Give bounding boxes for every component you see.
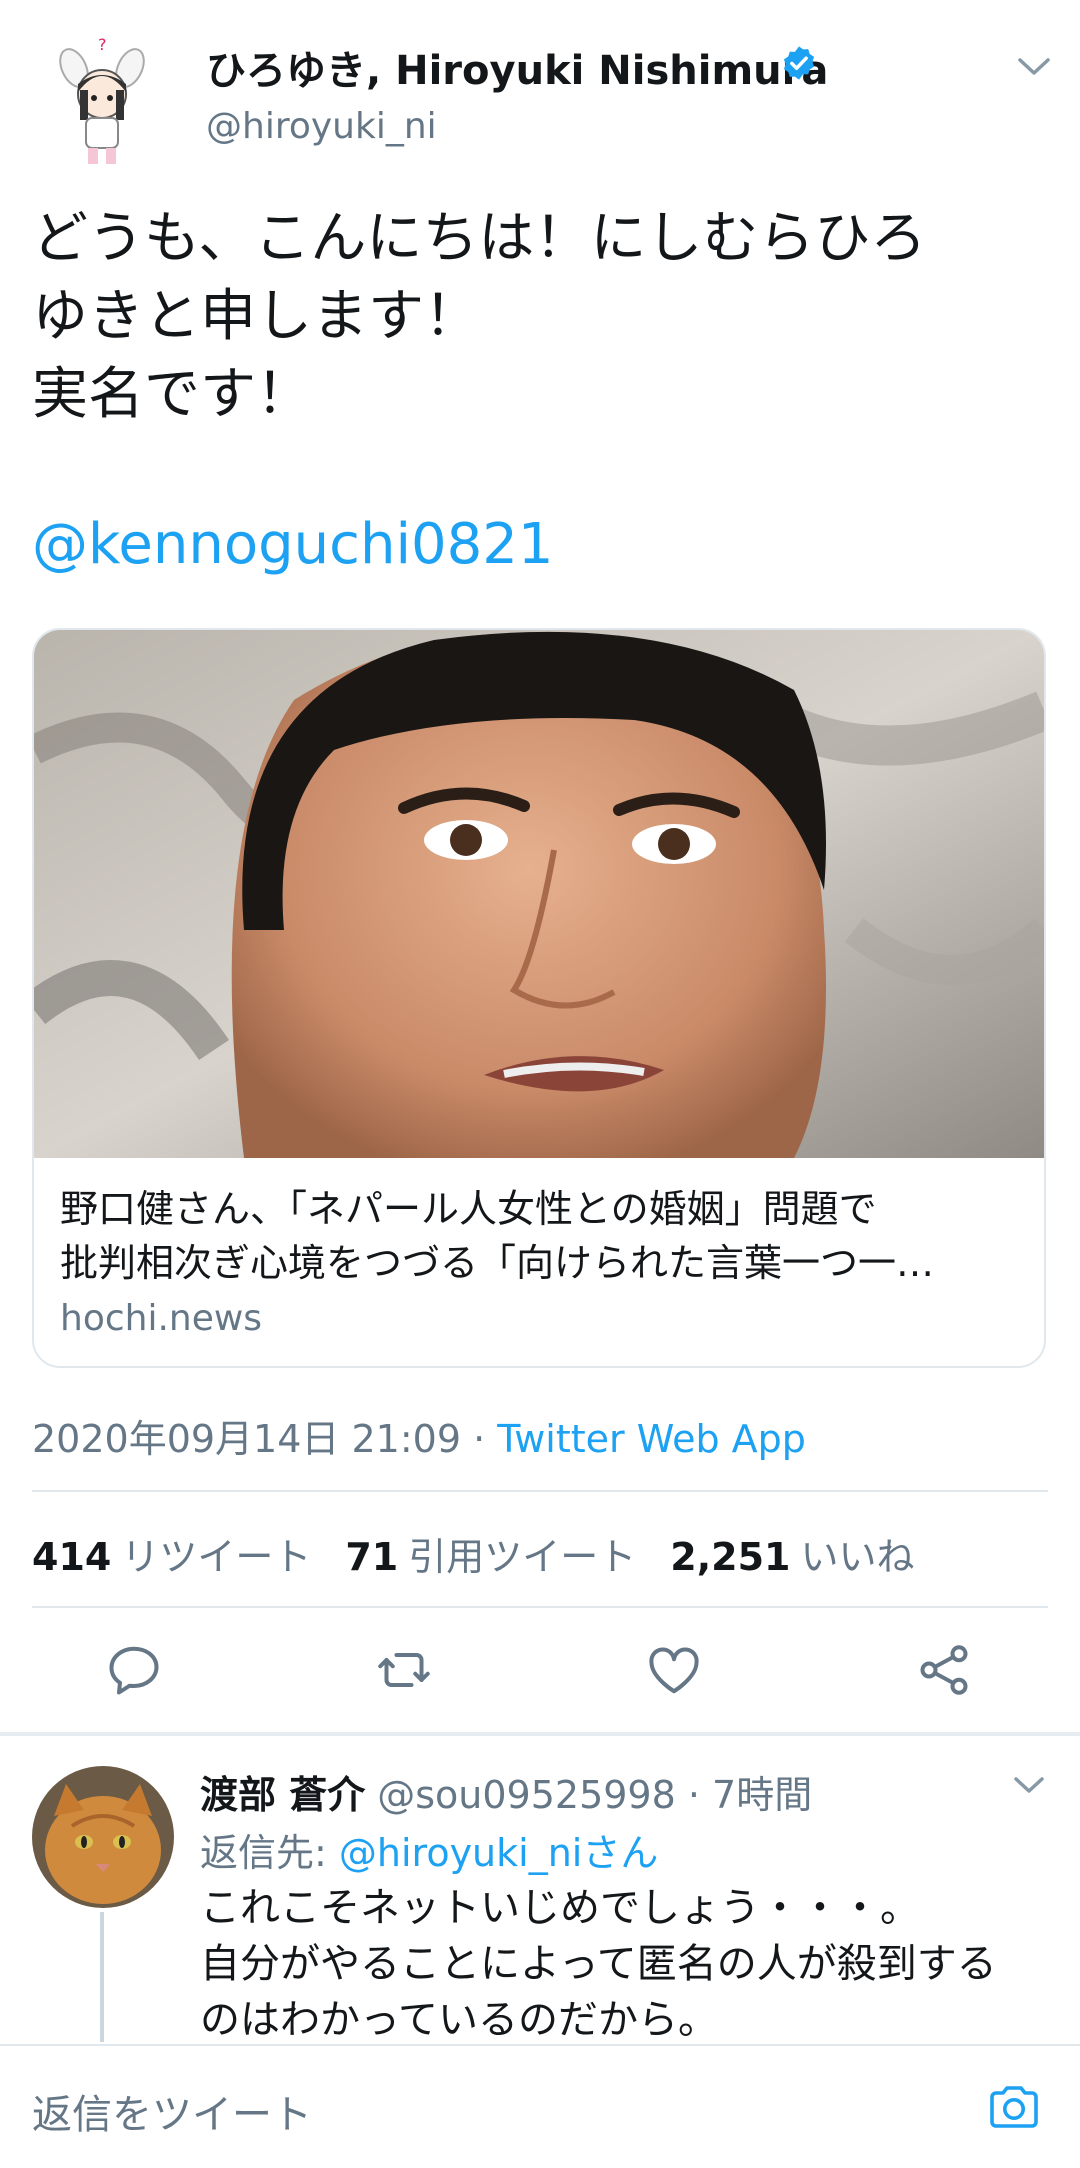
author-name[interactable]: ひろゆき, Hiroyuki Nishimura xyxy=(206,38,828,96)
reply-text-line: のはわかっているのだから。 xyxy=(200,1997,718,2043)
reply-avatar[interactable] xyxy=(32,1766,174,1908)
author-handle[interactable]: @hiroyuki_ni xyxy=(206,106,437,147)
timestamp: 2020年09月14日 21:09 xyxy=(32,1417,462,1461)
reply-to: 返信先: @hiroyuki_niさん xyxy=(200,1822,658,1877)
tweet-text-line: どうも、こんにちは！にしむらひろ xyxy=(32,206,927,271)
tweet-meta: 2020年09月14日 21:09 · Twitter Web App xyxy=(32,1408,806,1463)
retweet-icon[interactable] xyxy=(374,1640,434,1700)
reply-input[interactable]: 返信をツイート xyxy=(32,2082,312,2140)
tweet-text-line: ゆきと申します！ xyxy=(32,284,480,349)
source-link[interactable]: Twitter Web App xyxy=(497,1417,806,1461)
quote-count[interactable]: 71 xyxy=(345,1535,398,1579)
quote-label[interactable]: 引用ツイート xyxy=(408,1535,636,1579)
like-count[interactable]: 2,251 xyxy=(670,1535,790,1579)
share-icon[interactable] xyxy=(914,1640,974,1700)
compose-bar: 返信をツイート xyxy=(0,2044,1080,2168)
mention-link[interactable]: @kenno​guchi0821 xyxy=(32,512,554,577)
link-card[interactable]: 野口健さん、「ネパール人女性との婚姻」問題で 批判相次ぎ心境をつづる「向けられた… xyxy=(32,628,1046,1368)
reply-author-name[interactable]: 渡部 蒼介 xyxy=(200,1773,365,1817)
retweet-count[interactable]: 414 xyxy=(32,1535,111,1579)
card-title[interactable]: 野口健さん、「ネパール人女性との婚姻」問題で 批判相次ぎ心境をつづる「向けられた… xyxy=(60,1182,1020,1290)
divider xyxy=(32,1606,1048,1608)
reply-text: これこそネットいじめでしょう・・・。 自分がやることによって匿名の人が殺到する … xyxy=(200,1880,1060,2048)
reply-header: 渡部 蒼介 @sou09525998 · 7時間 xyxy=(200,1764,812,1819)
reply-author-handle[interactable]: @sou09525998 · 7時間 xyxy=(377,1773,812,1817)
card-title-line: 批判相次ぎ心境をつづる「向けられた言葉一つ一… xyxy=(60,1241,935,1285)
card-domain: hochi.news xyxy=(60,1298,263,1339)
tweet-stats: 414 リツイート 71 引用ツイート 2,251 いいね xyxy=(32,1526,948,1581)
reply-text-line: 自分がやることによって匿名の人が殺到する xyxy=(200,1941,997,1987)
section-divider xyxy=(0,1732,1080,1736)
thread-line xyxy=(100,1912,104,2042)
chevron-down-icon[interactable] xyxy=(1012,1772,1046,1798)
chevron-down-icon[interactable] xyxy=(1016,52,1052,80)
reply-to-link[interactable]: @hiroyuki_niさん xyxy=(339,1831,658,1875)
reply-icon[interactable] xyxy=(104,1640,164,1700)
camera-icon[interactable] xyxy=(986,2082,1042,2132)
like-label[interactable]: いいね xyxy=(800,1535,914,1579)
like-icon[interactable] xyxy=(644,1640,704,1700)
author-avatar[interactable]: ? xyxy=(38,30,168,170)
reply-text-line: これこそネットいじめでしょう・・・。 xyxy=(200,1885,920,1931)
tweet-text: どうも、こんにちは！にしむらひろ ゆきと申します！ 実名です！ xyxy=(32,200,1042,434)
card-image xyxy=(34,630,1044,1158)
retweet-label[interactable]: リツイート xyxy=(121,1535,311,1579)
tweet-text-line: 実名です！ xyxy=(32,362,312,427)
divider xyxy=(32,1490,1048,1492)
reply-to-prefix: 返信先: xyxy=(200,1831,339,1875)
card-title-line: 野口健さん、「ネパール人女性との婚姻」問題で xyxy=(60,1187,877,1231)
meta-separator: · xyxy=(473,1417,486,1461)
svg-text:?: ? xyxy=(98,35,107,54)
verified-badge-icon xyxy=(780,44,818,82)
